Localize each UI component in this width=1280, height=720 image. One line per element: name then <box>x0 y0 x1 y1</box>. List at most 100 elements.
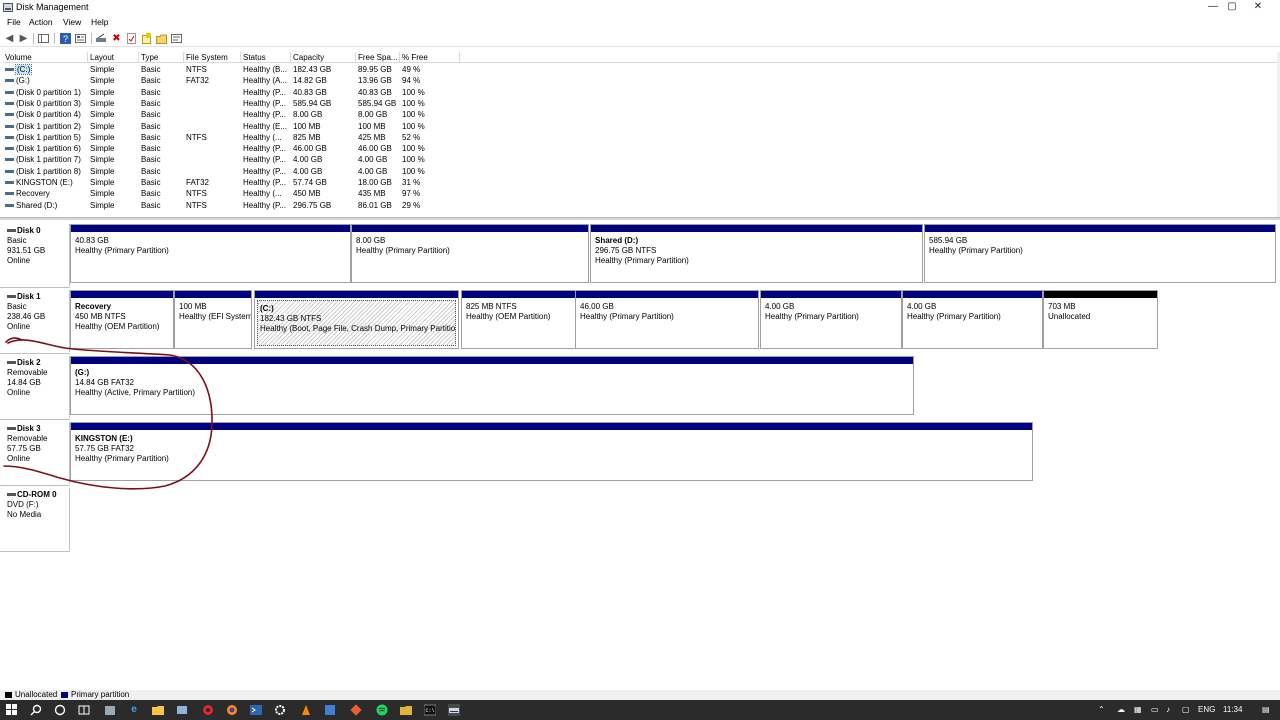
partition-name: KINGSTON (E:) <box>75 434 133 443</box>
cell-capacity: 100 MB <box>293 121 321 131</box>
partition-block[interactable]: 100 MB Healthy (EFI System <box>174 290 252 349</box>
new-folder-icon[interactable] <box>141 33 152 44</box>
column-header-volume[interactable]: Volume <box>3 52 88 63</box>
partition-block[interactable]: 825 MB NTFS Healthy (OEM Partition) <box>461 290 576 349</box>
cell-volume: Shared (D:) <box>3 200 87 211</box>
checkmark-icon[interactable] <box>126 33 137 44</box>
partition-size: 40.83 GB <box>75 236 109 245</box>
column-header-free-space[interactable]: Free Spa... <box>356 52 400 63</box>
help-icon[interactable]: ? <box>60 33 71 44</box>
menu-file[interactable]: File <box>7 17 21 27</box>
file-explorer-icon[interactable] <box>152 704 164 716</box>
store-icon[interactable] <box>104 704 116 716</box>
volume-row[interactable]: (Disk 1 partition 5) Simple Basic NTFS Healt… <box>3 132 1277 143</box>
disk-partition-bar: KINGSTON (E:) 57.75 GB FAT32 Healthy (Prim… <box>70 422 1034 482</box>
disk-label[interactable]: Disk 1 Basic 238.46 GB Online <box>4 290 70 352</box>
notifications-icon[interactable]: ▤ <box>1262 705 1270 715</box>
partition-block[interactable]: Shared (D:) 296.75 GB NTFS Healthy (Primar… <box>590 224 923 283</box>
disk-management-taskbar-icon[interactable] <box>448 704 460 716</box>
volume-row[interactable]: KINGSTON (E:) Simple Basic FAT32 Healthy (P.… <box>3 177 1277 188</box>
partition-block[interactable]: (G:) 14.84 GB FAT32 Healthy (Active, Prima… <box>70 356 914 415</box>
menu-view[interactable]: View <box>63 17 81 27</box>
volume-row[interactable]: (Disk 0 partition 1) Simple Basic Healthy (… <box>3 87 1277 98</box>
search-icon[interactable] <box>30 704 42 716</box>
volume-row[interactable]: (Disk 0 partition 4) Simple Basic Healthy (… <box>3 109 1277 120</box>
disk-label[interactable]: CD-ROM 0 DVD (F:) No Media <box>4 488 70 550</box>
partition-block[interactable]: 4.00 GB Healthy (Primary Partition) <box>760 290 902 349</box>
cell-volume: (Disk 1 partition 8) <box>3 166 87 177</box>
disk-row-separator <box>0 551 70 552</box>
vlc-icon[interactable] <box>300 704 312 716</box>
volume-row[interactable]: (Disk 0 partition 3) Simple Basic Healthy (… <box>3 98 1277 109</box>
menu-action[interactable]: Action <box>29 17 53 27</box>
partition-block[interactable]: 4.00 GB Healthy (Primary Partition) <box>902 290 1043 349</box>
cell-layout: Simple <box>90 76 115 86</box>
volume-row[interactable]: (Disk 1 partition 2) Simple Basic Healthy (… <box>3 121 1277 132</box>
windows-start-icon[interactable] <box>6 704 18 716</box>
column-header-type[interactable]: Type <box>139 52 184 63</box>
cell-free-space: 8.00 GB <box>358 110 388 120</box>
powershell-icon[interactable] <box>250 704 262 716</box>
volume-row[interactable]: Shared (D:) Simple Basic NTFS Healthy (P... 2… <box>3 200 1277 211</box>
disk-label[interactable]: Disk 3 Removable 57.75 GB Online <box>4 422 70 484</box>
column-header-capacity[interactable]: Capacity <box>291 52 356 63</box>
task-view-icon[interactable] <box>78 704 90 716</box>
partition-block[interactable]: 8.00 GB Healthy (Primary Partition) <box>351 224 589 283</box>
control-panel-icon[interactable] <box>176 704 188 716</box>
partition-info: 4.00 GB Healthy (Primary Partition) <box>761 298 901 322</box>
disk-label[interactable]: Disk 2 Removable 14.84 GB Online <box>4 356 70 418</box>
disk-state: Online <box>7 388 31 397</box>
action-center-icon[interactable]: ▢ <box>1182 705 1190 715</box>
volume-row[interactable]: (Disk 1 partition 6) Simple Basic Healthy (… <box>3 143 1277 154</box>
network-icon[interactable]: ▦ <box>1134 705 1142 715</box>
command-prompt-icon[interactable]: C:\ <box>423 704 437 716</box>
delete-icon[interactable]: ✖ <box>111 33 122 44</box>
settings-gear-icon[interactable] <box>274 704 286 716</box>
volume-icon[interactable]: ♪ <box>1166 705 1170 715</box>
firefox-icon[interactable] <box>226 704 238 716</box>
volume-row[interactable]: Recovery Simple Basic NTFS Healthy (... 450 M… <box>3 188 1277 199</box>
clock[interactable]: 11:34 <box>1223 705 1242 715</box>
properties-icon[interactable] <box>75 33 86 44</box>
connect-disk-icon[interactable] <box>96 33 107 44</box>
cell-percent-free: 100 % <box>402 144 425 154</box>
battery-icon[interactable]: ▭ <box>1151 705 1159 715</box>
folder-icon[interactable] <box>156 33 167 44</box>
git-icon[interactable] <box>350 704 362 716</box>
onedrive-icon[interactable]: ☁ <box>1117 705 1125 715</box>
close-button[interactable]: ✕ <box>1236 0 1280 15</box>
spotify-icon[interactable] <box>376 704 388 716</box>
partition-block[interactable]: KINGSTON (E:) 57.75 GB FAT32 Healthy (Prim… <box>70 422 1033 481</box>
partition-block[interactable]: Recovery 450 MB NTFS Healthy (OEM Partitio… <box>70 290 174 349</box>
cortana-icon[interactable] <box>54 704 66 716</box>
language-indicator[interactable]: ENG <box>1198 705 1215 715</box>
volume-row[interactable]: (Disk 1 partition 8) Simple Basic Healthy (… <box>3 166 1277 177</box>
volume-row[interactable]: (G:) Simple Basic FAT32 Healthy (A... 14.82 G… <box>3 75 1277 86</box>
column-header-file-system[interactable]: File System <box>184 52 241 63</box>
opera-icon[interactable] <box>202 704 214 716</box>
cell-percent-free: 100 % <box>402 121 425 131</box>
partition-info: 585.94 GB Healthy (Primary Partition) <box>925 232 1275 256</box>
unallocated-space[interactable]: 703 MB Unallocated <box>1043 290 1158 349</box>
forward-arrow-icon[interactable]: ▶ <box>18 33 29 44</box>
volume-row[interactable]: (Disk 1 partition 7) Simple Basic Healthy (… <box>3 154 1277 165</box>
app-icon[interactable] <box>324 704 336 716</box>
column-header-status[interactable]: Status <box>241 52 291 63</box>
volume-row[interactable]: (C:) Simple Basic NTFS Healthy (B... 182.43 G… <box>3 64 1277 75</box>
partition-block[interactable]: (C:) 182.43 GB NTFS Healthy (Boot, Page Fi… <box>254 290 459 349</box>
legend-unallocated: Unallocated <box>15 690 58 699</box>
explorer-window-icon[interactable] <box>400 704 412 716</box>
column-header-percent-free[interactable]: % Free <box>400 52 460 63</box>
column-header-layout[interactable]: Layout <box>88 52 139 63</box>
console-tree-icon[interactable] <box>38 33 49 44</box>
partition-block[interactable]: 585.94 GB Healthy (Primary Partition) <box>924 224 1276 283</box>
settings-panel-icon[interactable] <box>171 33 182 44</box>
partition-block[interactable]: 46.00 GB Healthy (Primary Partition) <box>575 290 759 349</box>
partition-block[interactable]: 40.83 GB Healthy (Primary Partition) <box>70 224 351 283</box>
edge-icon[interactable]: e <box>128 704 140 716</box>
back-arrow-icon[interactable]: ◀ <box>4 33 15 44</box>
disk-graphical-view: Disk 0 Basic 931.51 GB Online 40.83 GB Health… <box>0 220 1280 690</box>
menu-help[interactable]: Help <box>91 17 108 27</box>
show-hidden-icons-icon[interactable]: ⌃ <box>1098 705 1105 715</box>
disk-label[interactable]: Disk 0 Basic 931.51 GB Online <box>4 224 70 286</box>
